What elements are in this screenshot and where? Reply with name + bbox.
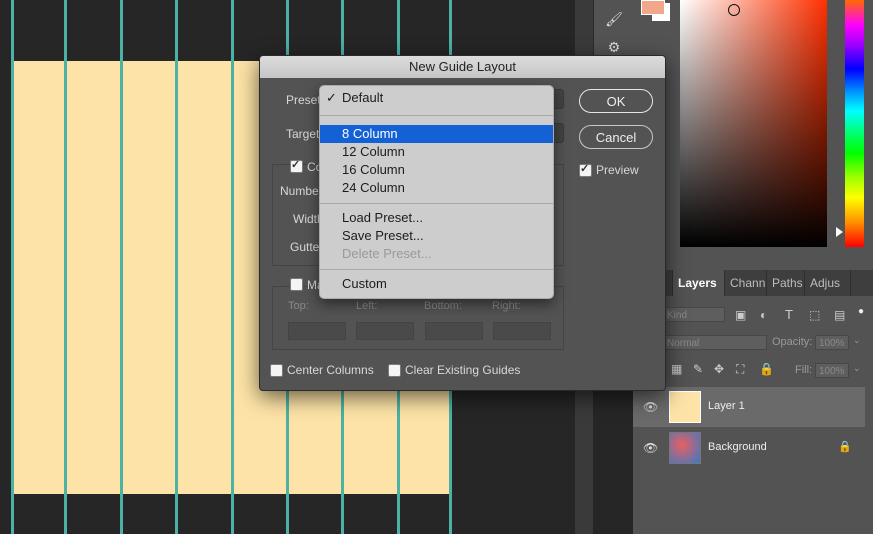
- menu-item-custom[interactable]: Custom: [320, 275, 553, 293]
- guide-line: [120, 0, 123, 534]
- layer-row-layer-1[interactable]: 👁 Layer 1: [633, 387, 865, 427]
- margin-bottom-input[interactable]: [425, 322, 483, 340]
- opacity-input[interactable]: 100%: [815, 335, 849, 350]
- opacity-dropdown-icon[interactable]: ⌄: [853, 335, 861, 346]
- shape-filter-icon[interactable]: ⬚: [809, 308, 820, 322]
- smart-object-filter-icon[interactable]: ▤: [834, 308, 845, 322]
- guide-line: [11, 0, 14, 534]
- center-columns-checkbox[interactable]: [270, 364, 283, 377]
- right-label: Right:: [492, 300, 521, 312]
- bottom-label: Bottom:: [424, 300, 462, 312]
- foreground-color-swatch[interactable]: [641, 0, 665, 15]
- adjustment-filter-icon[interactable]: ◐: [760, 308, 767, 322]
- layer-thumbnail: [669, 391, 701, 423]
- layer-name: Background: [708, 441, 767, 453]
- guide-line: [64, 0, 67, 534]
- menu-item-default[interactable]: ✓ Default: [320, 89, 553, 107]
- menu-item-12-column[interactable]: 12 Column: [320, 143, 553, 161]
- tab-channels[interactable]: Chann: [725, 270, 767, 296]
- left-label: Left:: [356, 300, 378, 312]
- menu-item-8-column[interactable]: 8 Column: [320, 125, 553, 143]
- fill-label: Fill:: [795, 364, 813, 376]
- dialog-title: New Guide Layout: [260, 56, 665, 78]
- lock-position-icon[interactable]: ✥: [714, 362, 724, 376]
- preset-dropdown-menu: ✓ Default 8 Column 12 Column 16 Column 2…: [319, 85, 554, 299]
- brush-settings-icon[interactable]: ⚙: [604, 38, 624, 56]
- menu-item-24-column[interactable]: 24 Column: [320, 179, 553, 197]
- center-columns-label: Center Columns: [287, 363, 374, 377]
- preview-checkbox[interactable]: [579, 162, 592, 177]
- image-filter-icon[interactable]: ▣: [735, 308, 746, 322]
- target-label: Target: [286, 127, 320, 141]
- kind-filter-select[interactable]: Kind: [663, 307, 725, 322]
- tab-layers[interactable]: Layers: [673, 270, 725, 296]
- lock-pixels-icon[interactable]: ✎: [693, 362, 703, 376]
- lock-transparent-icon[interactable]: ▦: [671, 362, 682, 376]
- menu-separator: [320, 203, 553, 204]
- clear-existing-guides-checkbox[interactable]: [388, 364, 401, 377]
- menu-item-delete-preset: Delete Preset...: [342, 246, 432, 261]
- margin-right-input[interactable]: [493, 322, 551, 340]
- gutter-label: Gutte: [290, 240, 320, 254]
- guide-line: [231, 0, 234, 534]
- brush-icon[interactable]: 🖌: [604, 10, 624, 28]
- clear-existing-guides-label: Clear Existing Guides: [405, 363, 521, 377]
- color-field[interactable]: [680, 0, 827, 247]
- margin-left-input[interactable]: [356, 322, 414, 340]
- fill-dropdown-icon[interactable]: ⌄: [853, 363, 861, 374]
- preview-label: Preview: [596, 163, 639, 177]
- layer-row-background[interactable]: 👁 Background 🔒: [633, 428, 865, 468]
- type-filter-icon[interactable]: T: [785, 307, 793, 322]
- blend-mode-select[interactable]: Normal: [663, 335, 767, 350]
- layer-name: Layer 1: [708, 400, 745, 412]
- guide-line: [175, 0, 178, 534]
- menu-item-16-column[interactable]: 16 Column: [320, 161, 553, 179]
- menu-item-label: Default: [342, 90, 384, 105]
- visibility-eye-icon[interactable]: 👁: [643, 400, 658, 414]
- tab-adjustments[interactable]: Adjus: [805, 270, 851, 296]
- color-picker-cursor[interactable]: [728, 4, 740, 16]
- lock-fill-row: ▦ ✎ ✥ ⛶ 🔒 Fill: 100% ⌄: [633, 362, 873, 380]
- hue-slider[interactable]: [845, 0, 864, 247]
- layers-panel-tabs: lor Layers Chann Paths Adjus: [633, 270, 873, 296]
- tab-paths[interactable]: Paths: [767, 270, 805, 296]
- top-label: Top:: [288, 300, 309, 312]
- margin-checkbox[interactable]: [290, 278, 303, 291]
- lock-icon: 🔒: [838, 441, 852, 453]
- blend-opacity-row: Normal Opacity: 100% ⌄: [633, 334, 873, 352]
- opacity-label: Opacity:: [772, 336, 813, 348]
- hue-slider-marker-icon[interactable]: [836, 227, 843, 237]
- lock-all-icon[interactable]: 🔒: [759, 362, 774, 376]
- filter-toggle-icon[interactable]: ●: [858, 306, 864, 317]
- layer-filter-row: Kind ▣ ◐ T ⬚ ▤ ●: [633, 306, 873, 326]
- preset-label: Preset: [286, 93, 321, 107]
- number-label: Number: [280, 184, 323, 198]
- cancel-button[interactable]: Cancel: [579, 125, 653, 149]
- fill-input[interactable]: 100%: [815, 363, 849, 378]
- checkmark-icon: ✓: [326, 90, 337, 105]
- menu-separator: [320, 115, 553, 116]
- ok-button[interactable]: OK: [579, 89, 653, 113]
- margin-top-input[interactable]: [288, 322, 346, 340]
- menu-separator: [320, 269, 553, 270]
- columns-checkbox[interactable]: [290, 158, 303, 173]
- menu-item-save-preset[interactable]: Save Preset...: [320, 227, 553, 245]
- lock-artboard-icon[interactable]: ⛶: [736, 362, 744, 377]
- menu-item-load-preset[interactable]: Load Preset...: [320, 209, 553, 227]
- visibility-eye-icon[interactable]: 👁: [643, 441, 658, 455]
- layer-thumbnail: [669, 432, 701, 464]
